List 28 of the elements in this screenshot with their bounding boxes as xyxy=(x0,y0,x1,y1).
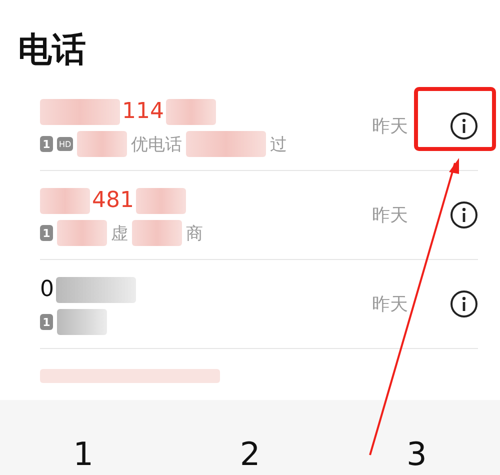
blurred-text xyxy=(57,220,107,246)
sim-badge: 1 xyxy=(40,136,53,152)
blurred-text xyxy=(57,309,107,335)
blurred-text xyxy=(132,220,182,246)
text-fragment: 114 xyxy=(122,98,164,126)
call-time: 昨天 xyxy=(372,204,408,227)
call-time: 昨天 xyxy=(372,293,408,316)
dial-key[interactable]: 3 xyxy=(406,435,427,475)
text-fragment: 过 xyxy=(270,134,288,156)
info-icon[interactable] xyxy=(450,112,478,140)
dial-key[interactable]: 1 xyxy=(73,435,94,475)
call-time: 昨天 xyxy=(372,115,408,138)
text-fragment: 优电话 xyxy=(131,134,182,156)
page-title: 电话 xyxy=(17,29,87,72)
blurred-text xyxy=(40,188,90,214)
text-fragment: 0 xyxy=(40,276,54,304)
text-fragment: 481 xyxy=(92,187,134,215)
blurred-text xyxy=(166,99,216,125)
dial-key[interactable]: 2 xyxy=(240,435,260,475)
sim-badge: 1 xyxy=(40,314,53,330)
info-icon[interactable] xyxy=(450,290,478,318)
blurred-text xyxy=(77,131,128,157)
sim-badge: 1 xyxy=(40,225,53,241)
blurred-text xyxy=(136,188,186,214)
text-fragment: 商 xyxy=(186,222,203,244)
hd-badge: HD xyxy=(57,137,74,151)
info-icon[interactable] xyxy=(450,201,478,229)
text-fragment: 虚 xyxy=(111,222,128,244)
